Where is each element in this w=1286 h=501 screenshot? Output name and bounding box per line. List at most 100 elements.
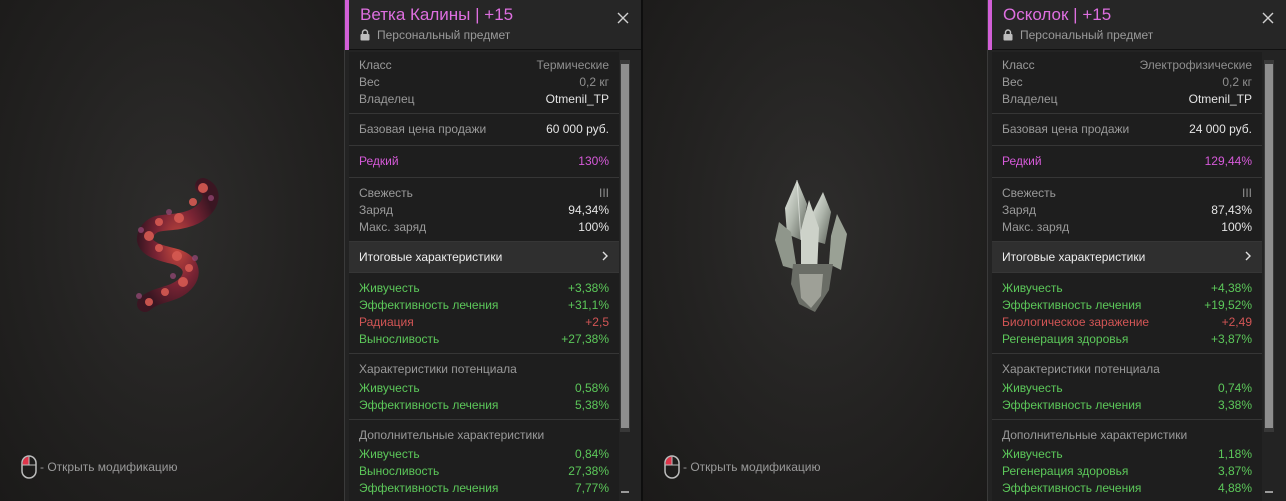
- summary-stats-button[interactable]: Итоговые характеристики: [992, 242, 1262, 273]
- shard-artifact-image: [775, 179, 847, 312]
- open-modification-label: - Открыть модификацию: [40, 460, 178, 474]
- stat-label: Радиация: [359, 315, 414, 329]
- scrollbar-end-marker: [1265, 491, 1273, 493]
- stat-value: 0,84%: [574, 447, 609, 461]
- rarity-value: 130%: [578, 154, 609, 168]
- stat-row: Живучесть +3,38%: [359, 280, 609, 297]
- property-row: Заряд 94,34%: [359, 202, 609, 219]
- item-subtitle: Персональный предмет: [1003, 28, 1153, 42]
- property-value: III: [598, 186, 609, 200]
- item-header: Осколок | +15 Персональный предмет: [988, 0, 1286, 50]
- mouse-left-click-icon: [21, 455, 37, 479]
- item-properties-list[interactable]: Класс Термические Вес 0,2 кг Владелец Otmen…: [349, 52, 619, 501]
- property-row: Свежесть III: [1002, 185, 1252, 202]
- property-label: Класс: [1002, 58, 1035, 72]
- stat-row: Радиация +2,5: [359, 314, 609, 331]
- stat-value: 3,87%: [1217, 464, 1252, 478]
- additional-heading: Дополнительные характеристики: [359, 428, 545, 442]
- lock-icon: [1003, 29, 1013, 41]
- price-section: Базовая цена продажи 24 000 руб.: [992, 114, 1262, 146]
- property-label: Макс. заряд: [359, 220, 427, 234]
- item-name: Ветка Калины: [360, 5, 471, 24]
- rarity-label: Редкий: [359, 154, 399, 168]
- property-row: Класс Электрофизические: [1002, 57, 1252, 74]
- open-modification-hint[interactable]: - Открыть модификацию: [21, 455, 178, 479]
- stat-label: Регенерация здоровья: [1002, 332, 1129, 346]
- close-icon[interactable]: [615, 10, 631, 26]
- property-value: Otmenil_TP: [1188, 92, 1252, 106]
- rarity-section: Редкий 129,44%: [992, 146, 1262, 178]
- additional-section: Дополнительные характеристики Живучесть 0…: [349, 420, 619, 501]
- property-value: III: [1241, 186, 1252, 200]
- property-label: Свежесть: [1002, 186, 1056, 200]
- item-name: Осколок: [1003, 5, 1069, 24]
- stat-row: Живучесть 0,84%: [359, 446, 609, 463]
- stat-value: +27,38%: [561, 332, 609, 346]
- property-value: 100%: [1221, 220, 1252, 234]
- property-row: Владелец Otmenil_TP: [359, 91, 609, 108]
- stat-row: Живучесть +4,38%: [1002, 280, 1252, 297]
- price-row: Базовая цена продажи 24 000 руб.: [1002, 121, 1252, 138]
- summary-stats-button[interactable]: Итоговые характеристики: [349, 242, 619, 273]
- stat-label: Эффективность лечения: [1002, 398, 1142, 412]
- item-properties-list[interactable]: Класс Электрофизические Вес 0,2 кг Владеле…: [992, 52, 1262, 501]
- rarity-row: Редкий 129,44%: [1002, 153, 1252, 170]
- property-label: Вес: [1002, 75, 1023, 89]
- item-title: Осколок | +15: [1003, 5, 1112, 24]
- stat-row: Биологическое заражение +2,49: [1002, 314, 1252, 331]
- stat-label: Выносливость: [359, 332, 440, 346]
- stat-value: +2,49: [1221, 315, 1252, 329]
- stat-value: +31,1%: [567, 298, 609, 312]
- property-label: Макс. заряд: [1002, 220, 1070, 234]
- open-modification-hint[interactable]: - Открыть модификацию: [664, 455, 821, 479]
- stat-row: Эффективность лечения 3,38%: [1002, 397, 1252, 414]
- scrollbar-thumb[interactable]: [621, 64, 629, 428]
- scrollbar-thumb[interactable]: [1265, 64, 1273, 428]
- item-preview-viewer-right[interactable]: - Открыть модификацию: [643, 0, 987, 501]
- item-title: Ветка Калины | +15: [360, 5, 514, 24]
- item-subtitle: Персональный предмет: [360, 28, 510, 42]
- price-value: 60 000 руб.: [546, 122, 609, 136]
- property-value: Электрофизические: [1139, 58, 1252, 72]
- scrollbar[interactable]: [620, 60, 630, 493]
- stat-row: Эффективность лечения 4,88%: [1002, 480, 1252, 497]
- price-label: Базовая цена продажи: [1002, 122, 1130, 136]
- property-label: Вес: [359, 75, 380, 89]
- stat-label: Биологическое заражение: [1002, 315, 1150, 329]
- stat-label: Эффективность лечения: [359, 398, 499, 412]
- stat-value: 5,38%: [574, 398, 609, 412]
- info-section: Класс Термические Вес 0,2 кг Владелец Otmen…: [349, 52, 619, 114]
- stat-label: Регенерация здоровья: [1002, 464, 1129, 478]
- stat-value: +2,5: [585, 315, 609, 329]
- lock-icon: [360, 29, 370, 41]
- stat-value: 0,58%: [574, 381, 609, 395]
- rarity-section: Редкий 130%: [349, 146, 619, 178]
- state-section: Свежесть III Заряд 87,43% Макс. заряд 100%: [992, 178, 1262, 242]
- stat-label: Живучесть: [359, 381, 420, 395]
- stat-row: Эффективность лечения 7,77%: [359, 480, 609, 497]
- stat-row: Регенерация здоровья 3,87%: [1002, 463, 1252, 480]
- summary-stats-label: Итоговые характеристики: [359, 250, 503, 264]
- stat-label: Выносливость: [359, 464, 440, 478]
- stat-row: Живучесть 1,18%: [1002, 446, 1252, 463]
- stat-label: Живучесть: [1002, 447, 1063, 461]
- price-row: Базовая цена продажи 60 000 руб.: [359, 121, 609, 138]
- viburnum-branch-artifact-image: [136, 178, 219, 312]
- stat-value: 7,77%: [574, 481, 609, 495]
- additional-heading: Дополнительные характеристики: [1002, 428, 1188, 442]
- property-row: Заряд 87,43%: [1002, 202, 1252, 219]
- close-icon[interactable]: [1260, 10, 1276, 26]
- item-details-panel-right: Осколок | +15 Персональный предмет Класс…: [987, 0, 1286, 501]
- stat-value: 1,18%: [1217, 447, 1252, 461]
- rarity-value: 129,44%: [1204, 154, 1252, 168]
- item-preview-viewer-left[interactable]: - Открыть модификацию: [0, 0, 344, 501]
- scrollbar[interactable]: [1264, 60, 1274, 493]
- info-section: Класс Электрофизические Вес 0,2 кг Владеле…: [992, 52, 1262, 114]
- stat-row: Живучесть 0,58%: [359, 380, 609, 397]
- stat-label: Живучесть: [359, 281, 420, 295]
- scrollbar-end-marker: [621, 491, 629, 493]
- rarity-accent-bar: [345, 0, 349, 50]
- property-label: Свежесть: [359, 186, 413, 200]
- property-row: Свежесть III: [359, 185, 609, 202]
- property-value: 100%: [578, 220, 609, 234]
